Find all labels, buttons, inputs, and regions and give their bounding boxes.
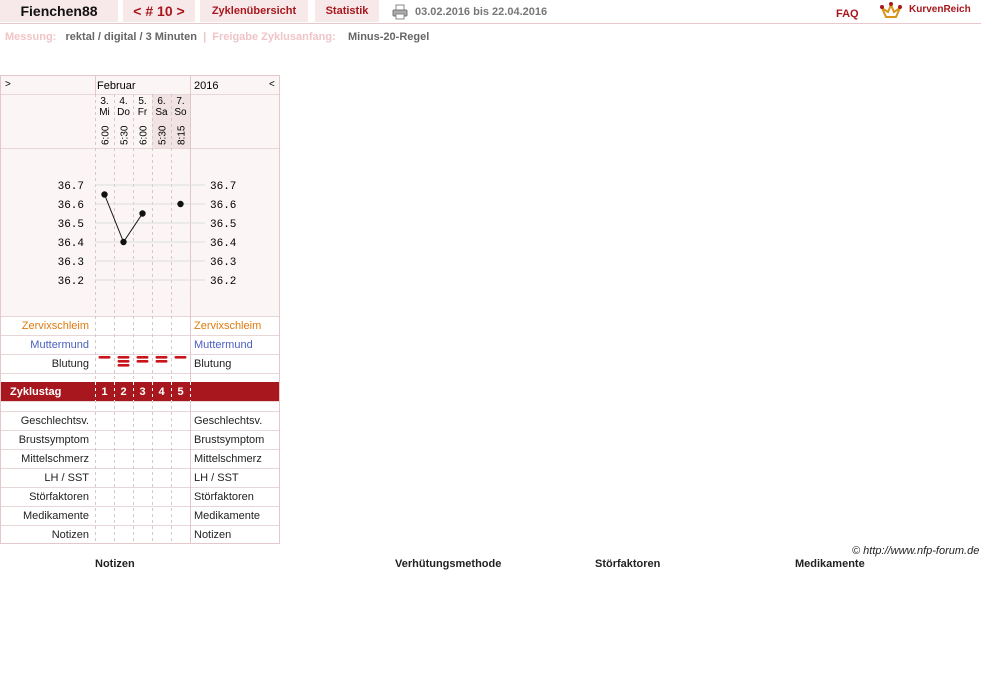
copyright: © http://www.nfp-forum.de: [852, 545, 980, 557]
nav-left-arrow: >: [5, 79, 11, 90]
day-date: 7.: [176, 96, 184, 107]
row-label-right-blutung: Blutung: [194, 358, 231, 370]
month-label: Februar: [97, 80, 136, 92]
measure-time: 8:15: [177, 125, 188, 145]
measure-time: 6:00: [139, 125, 150, 145]
row-label-right-mittel: Mittelschmerz: [194, 453, 262, 465]
bleeding-mark: [155, 356, 168, 359]
y-tick-left: 36.6: [58, 200, 84, 212]
bleeding-mark: [117, 360, 130, 363]
row-label-lh: LH / SST: [44, 472, 89, 484]
cycle-day-number: 1: [101, 386, 107, 398]
footer-disturbances-heading: Störfaktoren: [595, 558, 661, 570]
day-weekday: Mi: [99, 107, 110, 118]
y-tick-right: 36.3: [210, 257, 236, 269]
y-tick-left: 36.4: [58, 238, 85, 250]
measure-time: 5:30: [158, 125, 169, 145]
bleeding-mark: [174, 356, 187, 359]
row-label-notizen: Notizen: [52, 529, 89, 541]
row-label-stoer: Störfaktoren: [29, 491, 89, 503]
row-label-muttermund: Muttermund: [30, 339, 89, 351]
year-label: 2016: [194, 80, 218, 92]
day-date: 5.: [138, 96, 146, 107]
bleeding-mark: [136, 360, 149, 363]
cycle-chart: > <Februar 20163.Mi6:004.Do5:305.Fr6:006.S…: [0, 75, 280, 544]
row-label-zervix: Zervixschleim: [22, 320, 89, 332]
temp-point: [139, 210, 146, 217]
row-label-right-zervix: Zervixschleim: [194, 320, 261, 332]
row-label-geschlecht: Geschlechtsv.: [21, 415, 89, 427]
row-label-zyklustag: Zyklustag: [10, 386, 61, 398]
row-label-right-brust: Brustsymptom: [194, 434, 264, 446]
row-label-right-notizen: Notizen: [194, 529, 231, 541]
day-weekday: Sa: [155, 107, 168, 118]
measure-time: 6:00: [101, 125, 112, 145]
row-label-right-medi: Medikamente: [194, 510, 260, 522]
y-tick-left: 36.7: [58, 181, 84, 193]
y-tick-right: 36.4: [210, 238, 237, 250]
nav-right-arrow: <: [269, 79, 275, 90]
row-label-right-geschlecht: Geschlechtsv.: [194, 415, 262, 427]
cycle-day-number: 2: [120, 386, 126, 398]
day-date: 3.: [100, 96, 108, 107]
row-label-right-muttermund: Muttermund: [194, 339, 253, 351]
footer-medication-heading: Medikamente: [795, 558, 865, 570]
y-tick-left: 36.3: [58, 257, 84, 269]
day-weekday: Do: [117, 107, 130, 118]
day-date: 6.: [157, 96, 165, 107]
row-label-right-stoer: Störfaktoren: [194, 491, 254, 503]
temp-point: [101, 191, 108, 198]
row-label-right-lh: LH / SST: [194, 472, 239, 484]
bleeding-mark: [117, 364, 130, 367]
y-tick-left: 36.2: [58, 276, 84, 288]
bleeding-mark: [98, 356, 111, 359]
day-date: 4.: [119, 96, 127, 107]
day-weekday: Fr: [138, 107, 148, 118]
footer-notes-heading: Notizen: [95, 558, 135, 570]
y-tick-right: 36.6: [210, 200, 236, 212]
bleeding-mark: [136, 356, 149, 359]
measure-time: 5:30: [120, 125, 131, 145]
row-label-brust: Brustsymptom: [19, 434, 89, 446]
temp-point: [177, 200, 184, 208]
day-weekday: So: [174, 107, 187, 118]
y-tick-right: 36.2: [210, 276, 236, 288]
bleeding-mark: [155, 360, 168, 363]
cycle-day-number: 4: [158, 386, 165, 398]
cycle-day-number: 5: [177, 386, 183, 398]
y-tick-left: 36.5: [58, 219, 84, 231]
row-label-blutung: Blutung: [52, 358, 89, 370]
footer-contraception-heading: Verhütungsmethode: [395, 558, 502, 570]
temp-point: [120, 238, 127, 246]
row-label-mittel: Mittelschmerz: [21, 453, 89, 465]
row-label-medi: Medikamente: [23, 510, 89, 522]
bleeding-mark: [117, 356, 130, 359]
cycle-day-number: 3: [139, 386, 145, 398]
y-tick-right: 36.7: [210, 181, 236, 193]
y-tick-right: 36.5: [210, 219, 236, 231]
